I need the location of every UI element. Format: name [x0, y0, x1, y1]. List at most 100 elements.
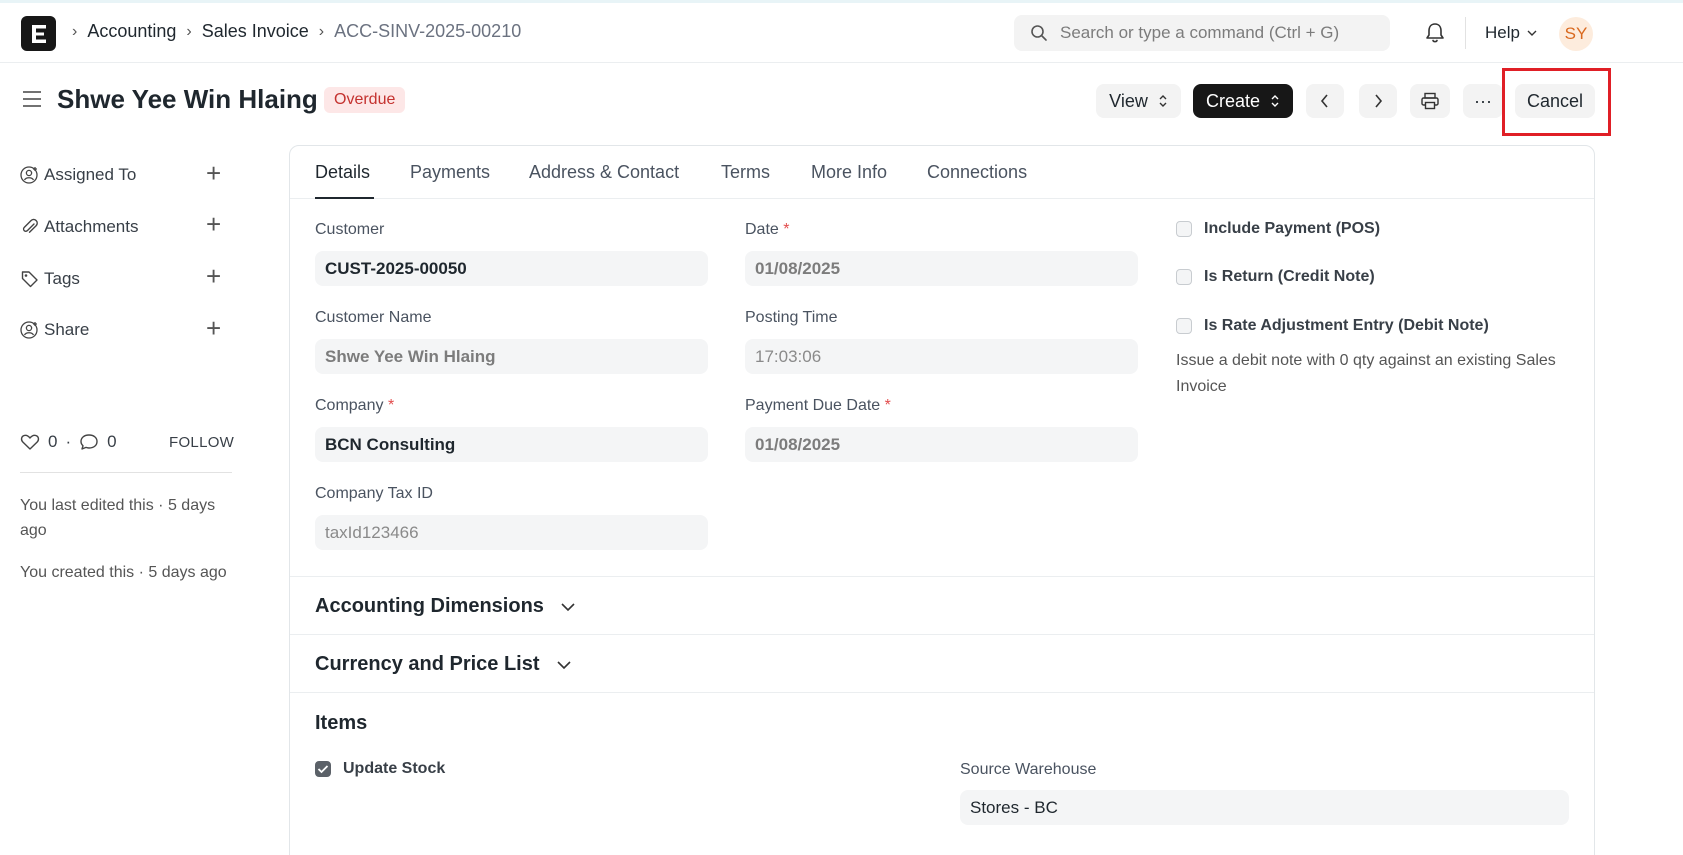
source-warehouse-field[interactable]: Stores - BC	[960, 790, 1569, 825]
update-stock-checkbox[interactable]	[315, 761, 331, 777]
printer-icon	[1421, 92, 1439, 110]
posting-time-label: Posting Time	[745, 309, 838, 326]
breadcrumb: › Accounting › Sales Invoice › ACC-SINV-…	[72, 21, 521, 42]
next-doc-button[interactable]	[1359, 84, 1397, 118]
tab-connections[interactable]: Connections	[927, 162, 1027, 183]
sidebar-item-label: Share	[44, 320, 90, 339]
likes-comments: 0 · 0	[20, 432, 117, 452]
create-label: Create	[1205, 90, 1261, 111]
sidebar-item-label: Assigned To	[44, 165, 137, 184]
update-stock-checkbox-row[interactable]: Update Stock	[315, 760, 445, 778]
user-avatar[interactable]: SY	[1559, 17, 1593, 51]
search-placeholder: Search or type a command (Ctrl + G)	[1060, 23, 1340, 42]
customer-label: Customer	[315, 221, 385, 238]
form-tabs: Details Payments Address & Contact Terms…	[290, 146, 1594, 199]
view-button[interactable]: View	[1096, 84, 1181, 118]
active-tab-indicator	[315, 197, 374, 199]
update-stock-label: Update Stock	[343, 760, 446, 777]
cancel-highlight-box	[1502, 68, 1611, 136]
company-label: Company *	[315, 397, 394, 415]
company-tax-id-label: Company Tax ID	[315, 485, 433, 502]
chevron-right-icon	[1375, 94, 1383, 108]
sidebar-item-assigned-to[interactable]: Assigned To	[20, 165, 136, 185]
add-assignee-icon[interactable]: +	[206, 160, 221, 186]
breadcrumb-sales-invoice[interactable]: Sales Invoice	[202, 21, 309, 42]
source-warehouse-label: Source Warehouse	[960, 761, 1097, 778]
is-return-checkbox[interactable]	[1176, 269, 1192, 285]
required-mark: *	[387, 397, 395, 414]
sidebar-divider	[20, 472, 232, 473]
comments-count: 0	[107, 432, 117, 451]
date-label-text: Date	[745, 221, 779, 238]
accounting-dimensions-header[interactable]: Accounting Dimensions	[315, 595, 576, 618]
sidebar-item-tags[interactable]: Tags	[20, 269, 80, 289]
date-label: Date *	[745, 221, 789, 239]
more-actions-button[interactable]: ···	[1463, 84, 1503, 118]
search-input[interactable]: Search or type a command (Ctrl + G)	[1014, 15, 1390, 51]
chevron-down-icon	[561, 602, 575, 611]
posting-time-field[interactable]: 17:03:06	[745, 339, 1138, 374]
share-user-icon	[20, 321, 38, 339]
add-share-icon[interactable]: +	[206, 315, 221, 341]
accounting-dimensions-title: Accounting Dimensions	[315, 595, 544, 617]
company-field[interactable]: BCN Consulting	[315, 427, 708, 462]
add-attachment-icon[interactable]: +	[206, 211, 221, 237]
currency-price-list-header[interactable]: Currency and Price List	[315, 653, 572, 676]
is-return-checkbox-row[interactable]: Is Return (Credit Note)	[1176, 268, 1375, 286]
customer-field[interactable]: CUST-2025-00050	[315, 251, 708, 286]
print-button[interactable]	[1410, 84, 1450, 118]
payment-due-date-label: Payment Due Date *	[745, 397, 891, 415]
erpnext-logo-icon	[31, 24, 46, 43]
include-payment-checkbox-row[interactable]: Include Payment (POS)	[1176, 220, 1380, 238]
checkmark-icon	[317, 765, 329, 774]
create-button[interactable]: Create	[1193, 84, 1293, 118]
date-field[interactable]: 01/08/2025	[745, 251, 1138, 286]
help-dropdown[interactable]: Help	[1485, 23, 1538, 43]
chevron-down-icon	[1527, 30, 1537, 36]
items-section: Items Update Stock Source Warehouse Stor…	[290, 692, 1594, 855]
heart-icon[interactable]	[20, 433, 40, 451]
sort-arrows-icon	[1271, 95, 1279, 107]
tab-address-contact[interactable]: Address & Contact	[529, 162, 679, 183]
required-mark: *	[783, 221, 790, 238]
company-tax-id-field[interactable]: taxId123466	[315, 515, 708, 550]
follow-button[interactable]: FOLLOW	[169, 434, 234, 451]
add-tag-icon[interactable]: +	[206, 263, 221, 289]
status-badge: Overdue	[324, 87, 406, 113]
accounting-dimensions-section[interactable]: Accounting Dimensions	[290, 576, 1594, 634]
tab-payments[interactable]: Payments	[410, 162, 490, 183]
chevron-right-icon: ›	[72, 22, 78, 40]
rate-adjustment-description: Issue a debit note with 0 qty against an…	[1176, 352, 1556, 395]
tab-more-info[interactable]: More Info	[811, 162, 887, 183]
dot-separator: ·	[65, 432, 72, 451]
customer-name-label: Customer Name	[315, 309, 432, 326]
payment-due-date-label-text: Payment Due Date	[745, 397, 881, 414]
rate-adjustment-label: Is Rate Adjustment Entry (Debit Note)	[1204, 317, 1489, 334]
payment-due-date-field[interactable]: 01/08/2025	[745, 427, 1138, 462]
include-payment-label: Include Payment (POS)	[1204, 220, 1381, 237]
more-icon: ···	[1474, 90, 1492, 111]
app-logo[interactable]	[21, 16, 56, 51]
tab-terms[interactable]: Terms	[721, 162, 770, 183]
sidebar-item-label: Tags	[44, 269, 80, 288]
sidebar-item-label: Attachments	[44, 217, 139, 236]
paperclip-icon	[22, 218, 38, 233]
notification-bell-icon[interactable]	[1424, 21, 1446, 50]
chevron-down-icon	[556, 660, 571, 669]
breadcrumb-current-doc[interactable]: ACC-SINV-2025-00210	[334, 21, 521, 42]
sidebar-item-attachments[interactable]: Attachments	[20, 217, 139, 237]
currency-price-list-section[interactable]: Currency and Price List	[290, 634, 1594, 692]
sidebar-toggle-icon[interactable]	[22, 90, 42, 113]
rate-adjustment-checkbox[interactable]	[1176, 318, 1192, 334]
comment-icon[interactable]	[79, 433, 99, 451]
sidebar-item-share[interactable]: Share	[20, 320, 89, 340]
tab-details[interactable]: Details	[315, 162, 370, 183]
rate-adjustment-checkbox-row[interactable]: Is Rate Adjustment Entry (Debit Note)	[1176, 317, 1489, 335]
customer-name-field[interactable]: Shwe Yee Win Hlaing	[315, 339, 708, 374]
search-icon	[1031, 25, 1047, 41]
previous-doc-button[interactable]	[1306, 84, 1344, 118]
navbar-divider	[1465, 17, 1466, 49]
include-payment-checkbox[interactable]	[1176, 221, 1192, 237]
breadcrumb-accounting[interactable]: Accounting	[87, 21, 176, 42]
created-note: You created this · 5 days ago	[20, 564, 227, 581]
